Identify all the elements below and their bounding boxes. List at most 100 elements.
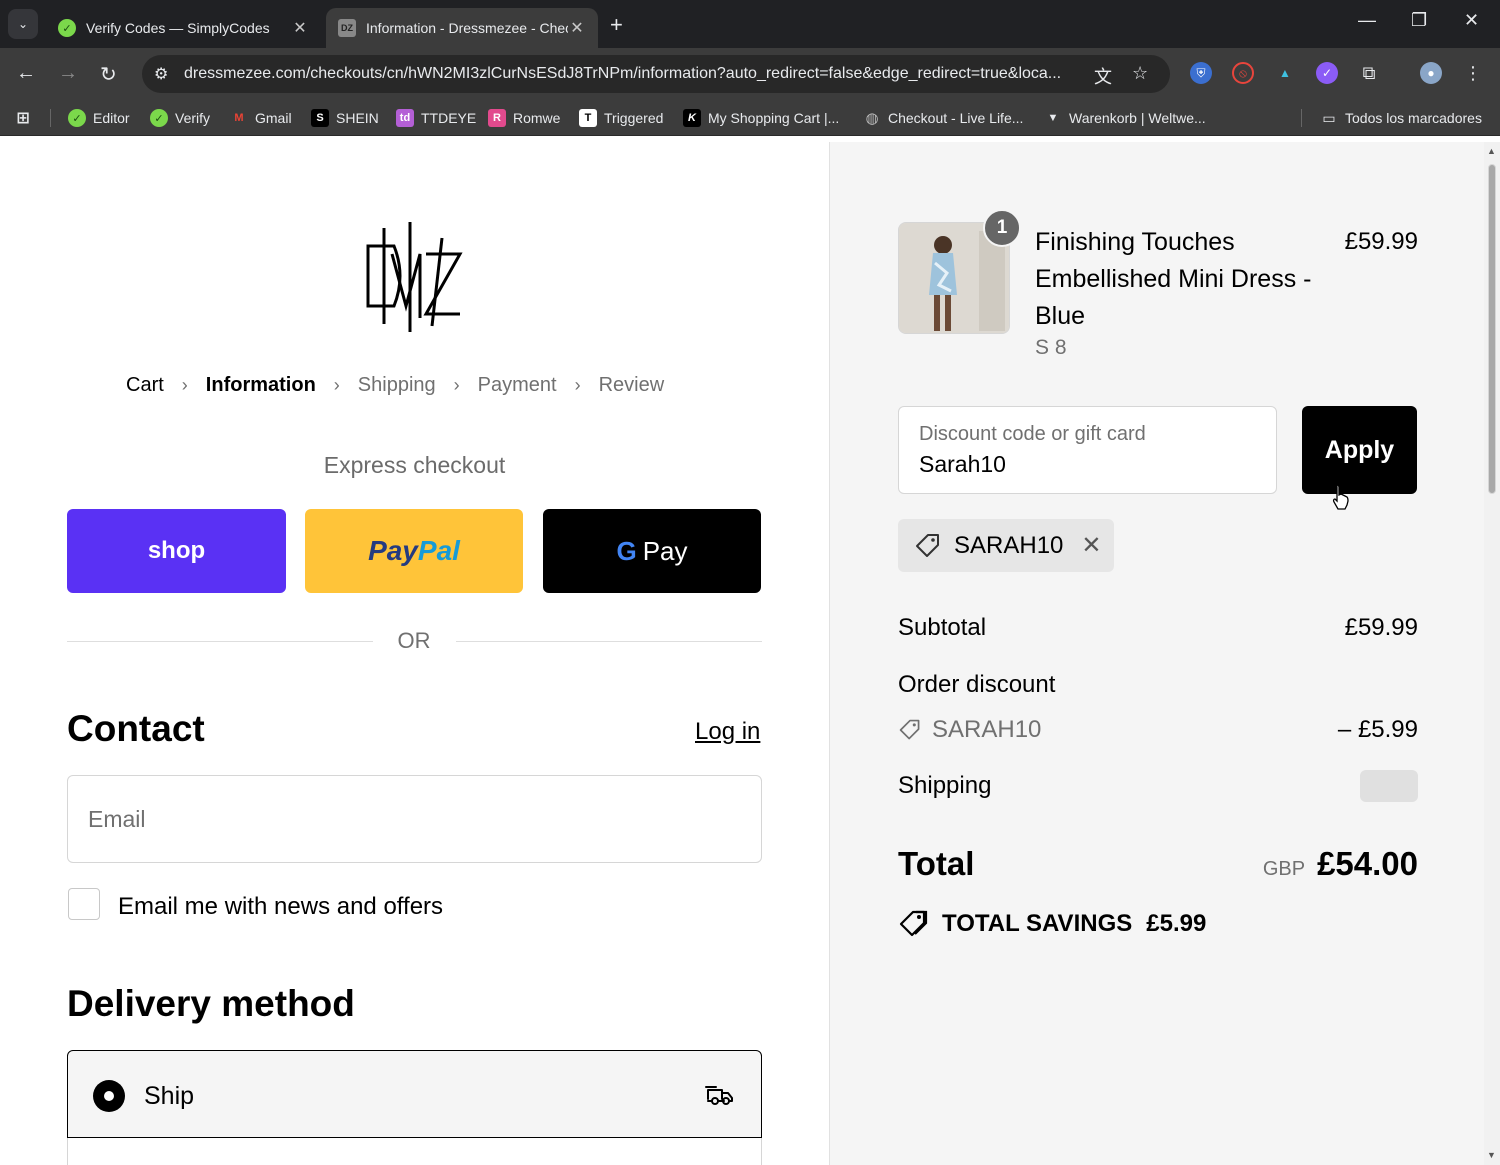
bookmark-star-icon[interactable]: ☆ xyxy=(1132,63,1148,84)
paypal-label: Pal xyxy=(417,535,460,566)
gmail-icon: M xyxy=(234,112,244,124)
paypal-label: Pay xyxy=(368,535,418,566)
ship-option-label: Ship xyxy=(144,1082,195,1110)
blocker-icon[interactable]: ⦸ xyxy=(1232,62,1254,84)
email-field[interactable] xyxy=(67,775,762,863)
bookmark-ttdeye[interactable]: td TTDEYE xyxy=(396,108,476,128)
shein-icon: S xyxy=(311,109,329,127)
bookmark-editor[interactable]: ✓ Editor xyxy=(68,108,130,128)
shipping-row: Shipping xyxy=(898,770,1418,802)
translate-icon[interactable]: 文 xyxy=(1094,63,1112,89)
v-icon: ▼ xyxy=(1047,112,1059,124)
paypal-button[interactable]: Pay Pal xyxy=(305,509,523,593)
shop-pay-button[interactable]: shop xyxy=(67,509,286,593)
simplycodes-icon: ✓ xyxy=(68,109,86,127)
restore-icon[interactable]: ❐ xyxy=(1411,10,1427,31)
truck-icon xyxy=(705,1086,733,1105)
login-link[interactable]: Log in xyxy=(695,718,760,746)
menu-icon[interactable]: ⋮ xyxy=(1462,62,1484,84)
bookmark-gmail[interactable]: M Gmail xyxy=(230,108,291,128)
newsletter-label: Email me with news and offers xyxy=(118,893,444,920)
site-info-icon[interactable]: ⚙ xyxy=(154,64,168,84)
bookmark-romwe[interactable]: R Romwe xyxy=(488,108,560,128)
simplycodes-extension-icon[interactable]: ✓ xyxy=(1316,62,1338,84)
currency-code: GBP xyxy=(1262,858,1306,880)
avatar[interactable]: ● xyxy=(1420,62,1442,84)
total-row: Total GBP £54.00 xyxy=(898,845,1418,883)
bookmark-divider xyxy=(1301,109,1302,127)
bookmark-shein[interactable]: S SHEIN xyxy=(311,108,379,128)
applied-discount-code: SARAH10 xyxy=(954,531,1064,559)
apply-button[interactable]: Apply xyxy=(1302,406,1417,494)
checkout-page: Cart › Information › Shipping › Payment … xyxy=(0,142,1500,1165)
reload-icon[interactable]: ↻ xyxy=(100,62,117,87)
scrollbar[interactable]: ▲ ▼ xyxy=(1484,142,1500,1165)
tab-search-icon[interactable]: ⌄ xyxy=(8,9,38,39)
folder-icon: ▭ xyxy=(1322,109,1336,126)
url-text[interactable]: dressmezee.com/checkouts/cn/hWN2MI3zlCur… xyxy=(184,65,1084,83)
product-price: £59.99 xyxy=(1344,228,1418,255)
all-bookmarks[interactable]: ▭ Todos los marcadores xyxy=(1320,108,1482,128)
new-tab-icon[interactable]: + xyxy=(610,12,623,38)
chevron-right-icon: › xyxy=(574,375,581,395)
newsletter-checkbox[interactable] xyxy=(68,888,100,920)
globe-icon: ◍ xyxy=(865,110,879,127)
order-discount-label: Order discount xyxy=(898,671,1056,698)
google-pay-label: Pay xyxy=(642,535,688,566)
apps-icon[interactable]: ⊞ xyxy=(14,108,39,128)
close-tab-icon[interactable]: ✕ xyxy=(291,18,309,38)
bookmark-checkout[interactable]: ◍ Checkout - Live Life... xyxy=(863,108,1023,128)
forward-icon[interactable]: → xyxy=(58,62,78,85)
chevron-right-icon: › xyxy=(181,375,188,395)
divider xyxy=(67,641,373,642)
savings-label: TOTAL SAVINGS xyxy=(942,910,1133,937)
romwe-icon: R xyxy=(488,109,506,127)
remove-discount-icon[interactable]: ✕ xyxy=(1081,531,1101,560)
or-separator: OR xyxy=(397,628,431,653)
scrollbar-thumb[interactable] xyxy=(1488,164,1496,494)
tab-dressmezee[interactable]: DZ Information - Dressmezee - Checkout ✕ xyxy=(326,8,598,48)
close-window-icon[interactable]: ✕ xyxy=(1464,10,1479,31)
google-icon: G xyxy=(616,535,637,566)
savings-tag-icon xyxy=(899,910,928,937)
breadcrumb-cart[interactable]: Cart xyxy=(126,374,164,397)
breadcrumb-information: Information xyxy=(205,374,316,396)
scroll-down-icon[interactable]: ▼ xyxy=(1487,1150,1496,1160)
simplycodes-icon: ✓ xyxy=(58,19,76,37)
toolbar: ← → ↻ ⚙ dressmezee.com/checkouts/cn/hWN2… xyxy=(0,48,1500,100)
k-icon: K xyxy=(683,109,701,127)
extension-icon[interactable]: ▲ xyxy=(1274,62,1296,84)
puzzle-icon[interactable]: ⧉ xyxy=(1358,62,1380,84)
bookmark-triggered[interactable]: T Triggered xyxy=(579,108,663,128)
total-value: £54.00 xyxy=(1317,845,1418,882)
chevron-right-icon: › xyxy=(333,375,340,395)
discount-code-input[interactable]: Discount code or gift card Sarah10 xyxy=(898,406,1277,494)
bookmark-warenkorb[interactable]: ▼ Warenkorb | Weltwe... xyxy=(1044,108,1206,128)
ship-radio[interactable] xyxy=(93,1080,125,1112)
tab-simplycodes[interactable]: ✓ Verify Codes — SimplyCodes ✕ xyxy=(46,8,321,48)
back-icon[interactable]: ← xyxy=(16,62,36,85)
dressmezee-icon: DZ xyxy=(338,19,356,37)
bookmark-shopping-cart[interactable]: K My Shopping Cart |... xyxy=(683,108,839,128)
savings-value: £5.99 xyxy=(1146,910,1207,937)
subtotal-row: Subtotal £59.99 xyxy=(898,614,1418,642)
scroll-up-icon[interactable]: ▲ xyxy=(1487,146,1496,156)
subtotal-value: £59.99 xyxy=(1344,614,1418,641)
discount-code-value[interactable]: Sarah10 xyxy=(919,451,1006,478)
product-name: Finishing Touches Embellished Mini Dress… xyxy=(1035,228,1312,330)
google-pay-button[interactable]: G Pay xyxy=(543,509,761,593)
shipping-loading-placeholder xyxy=(1360,770,1418,802)
close-tab-icon[interactable]: ✕ xyxy=(568,18,586,38)
ship-option[interactable]: Ship xyxy=(67,1050,762,1138)
breadcrumb-shipping: Shipping xyxy=(357,374,436,396)
address-bar[interactable]: ⚙ dressmezee.com/checkouts/cn/hWN2MI3zlC… xyxy=(142,55,1170,93)
bookmark-verify[interactable]: ✓ Verify xyxy=(150,108,210,128)
applied-discount-chip: SARAH10 ✕ xyxy=(898,519,1114,572)
bookmark-divider xyxy=(50,109,51,127)
chevron-right-icon: › xyxy=(453,375,460,395)
bitwarden-icon[interactable]: ⛨ xyxy=(1190,62,1212,84)
pickup-option[interactable] xyxy=(67,1138,762,1165)
delivery-heading: Delivery method xyxy=(67,983,355,1024)
minimize-icon[interactable]: — xyxy=(1358,10,1376,31)
shipping-label: Shipping xyxy=(898,772,992,799)
